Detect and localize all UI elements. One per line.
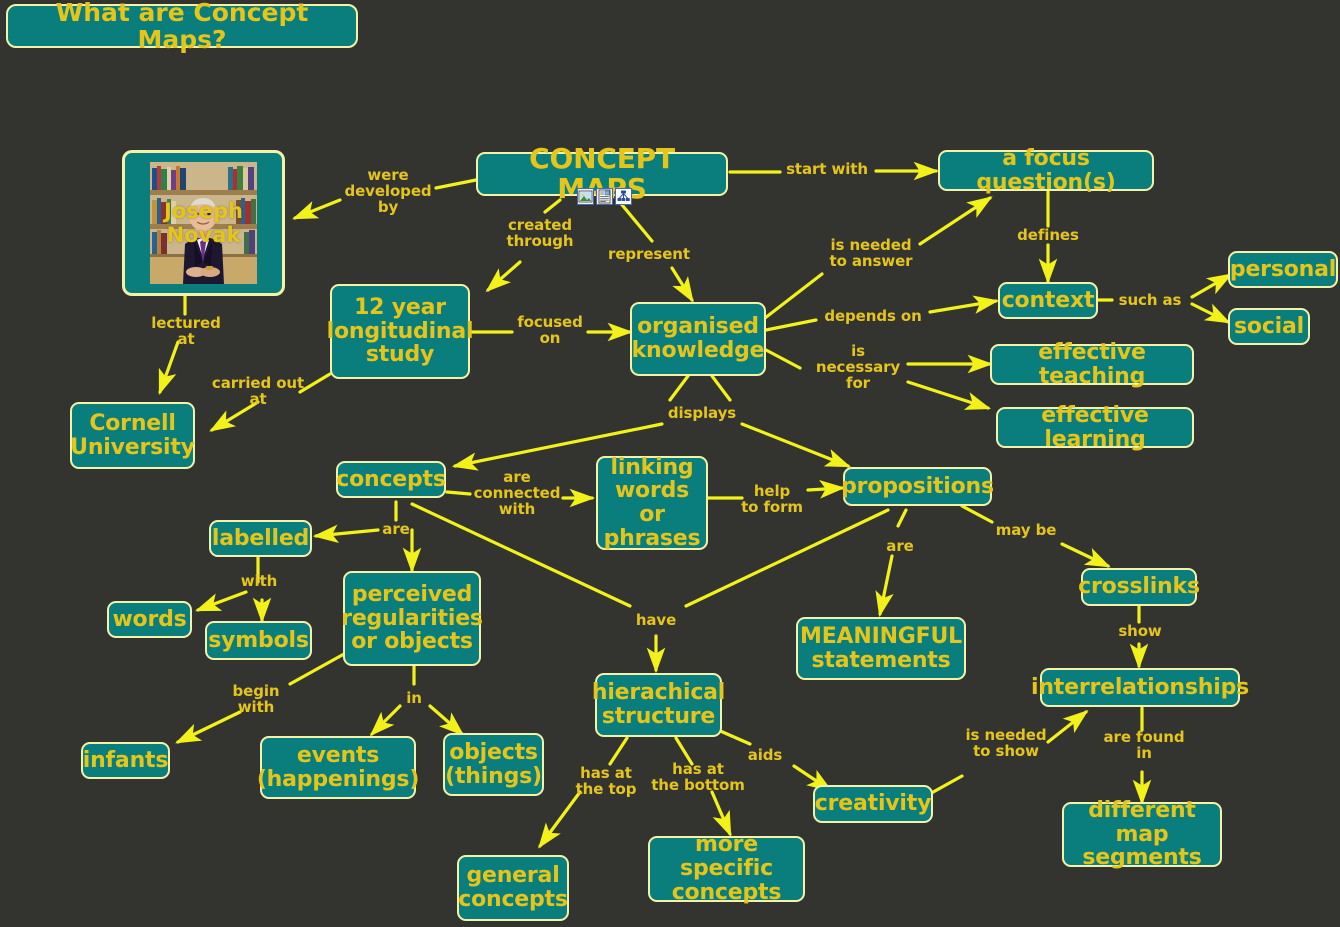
link-label-begin-with: begin with: [232, 682, 280, 716]
link-label-have: have: [635, 611, 677, 629]
link-label-has-at-the-bottom: has at the bottom: [651, 760, 745, 794]
node-different-map-segments[interactable]: different map segments: [1062, 798, 1222, 870]
resource-icon-strip[interactable]: [577, 188, 632, 205]
link-label-show: show: [1118, 622, 1162, 640]
node-concepts[interactable]: concepts: [336, 461, 446, 498]
link-label-defines: defines: [1017, 226, 1079, 244]
link-label-displays: displays: [667, 404, 737, 422]
node-events[interactable]: events (happenings): [257, 736, 419, 799]
link-label-aids: aids: [747, 746, 783, 764]
node-symbols[interactable]: symbols: [205, 621, 312, 660]
node-creativity[interactable]: creativity: [813, 785, 933, 823]
link-label-has-at-the-top: has at the top: [575, 764, 637, 798]
link-label-lectured-at: lectured at: [151, 314, 221, 348]
node-focus-question[interactable]: a focus question(s): [938, 146, 1154, 194]
link-label-focused-on: focused on: [517, 313, 583, 347]
node-general-concepts[interactable]: general concepts: [457, 855, 569, 921]
node-effective-teaching[interactable]: effective teaching: [990, 340, 1194, 388]
joseph-novak-node[interactable]: Joseph Novak: [122, 150, 285, 296]
node-longitudinal-study[interactable]: 12 year longitudinal study: [327, 284, 474, 379]
link-label-such-as: such as: [1118, 291, 1182, 309]
node-meaningful-statements[interactable]: MEANINGFUL statements: [796, 617, 966, 680]
concept-map-canvas: What are Concept Maps? Joseph Novak CONC…: [0, 0, 1340, 927]
link-label-are-found-in: are found in: [1103, 728, 1185, 762]
node-words[interactable]: words: [107, 601, 192, 638]
node-personal[interactable]: personal: [1228, 251, 1338, 288]
link-label-start-with: start with: [786, 160, 868, 178]
document-resource-icon[interactable]: [596, 188, 613, 205]
link-label-is-needed-to-answer: is needed to answer: [829, 236, 913, 270]
node-social[interactable]: social: [1228, 308, 1310, 345]
node-crosslinks[interactable]: crosslinks: [1078, 568, 1200, 606]
node-context[interactable]: context: [998, 282, 1098, 319]
node-perceived-regularities[interactable]: perceived regularities or objects: [341, 571, 483, 666]
link-label-were-developed-by: were developed by: [344, 166, 432, 216]
link-label-is-necessary-for: is necessary for: [815, 342, 901, 392]
node-linking-words[interactable]: linking words or phrases: [596, 455, 708, 550]
link-label-carried-out-at: carried out at: [211, 374, 305, 408]
joseph-novak-photo: Joseph Novak: [150, 162, 257, 284]
node-labelled[interactable]: labelled: [209, 520, 312, 557]
link-label-are-connected-with: are connected with: [473, 468, 561, 518]
node-objects[interactable]: objects (things): [443, 733, 544, 796]
node-organised-knowledge[interactable]: organised knowledge: [630, 302, 766, 376]
link-label-help-to-form: help to form: [741, 482, 803, 516]
node-propositions[interactable]: propositions: [841, 467, 994, 506]
image-resource-icon[interactable]: [577, 188, 594, 205]
link-label-in: in: [406, 689, 422, 707]
node-effective-learning[interactable]: effective learning: [996, 403, 1194, 451]
link-label-depends-on: depends on: [824, 307, 922, 325]
link-label-with: with: [240, 572, 278, 590]
node-interrelationships[interactable]: interrelationships: [1031, 668, 1249, 707]
link-label-created-through: created through: [506, 216, 574, 250]
link-label-are-labelled: are: [382, 520, 410, 538]
link-label-is-needed-to-show: is needed to show: [965, 726, 1047, 760]
concept-map-resource-icon[interactable]: [615, 188, 632, 205]
node-hierachical-structure[interactable]: hierachical structure: [592, 673, 725, 737]
node-infants[interactable]: infants: [81, 742, 170, 779]
link-label-may-be: may be: [995, 521, 1057, 539]
node-more-specific-concepts[interactable]: more specific concepts: [648, 833, 805, 904]
link-label-are-propositions: are: [886, 537, 914, 555]
page-title: What are Concept Maps?: [6, 0, 358, 53]
node-cornell-university[interactable]: Cornell University: [70, 402, 195, 469]
link-label-represent: represent: [608, 245, 690, 263]
